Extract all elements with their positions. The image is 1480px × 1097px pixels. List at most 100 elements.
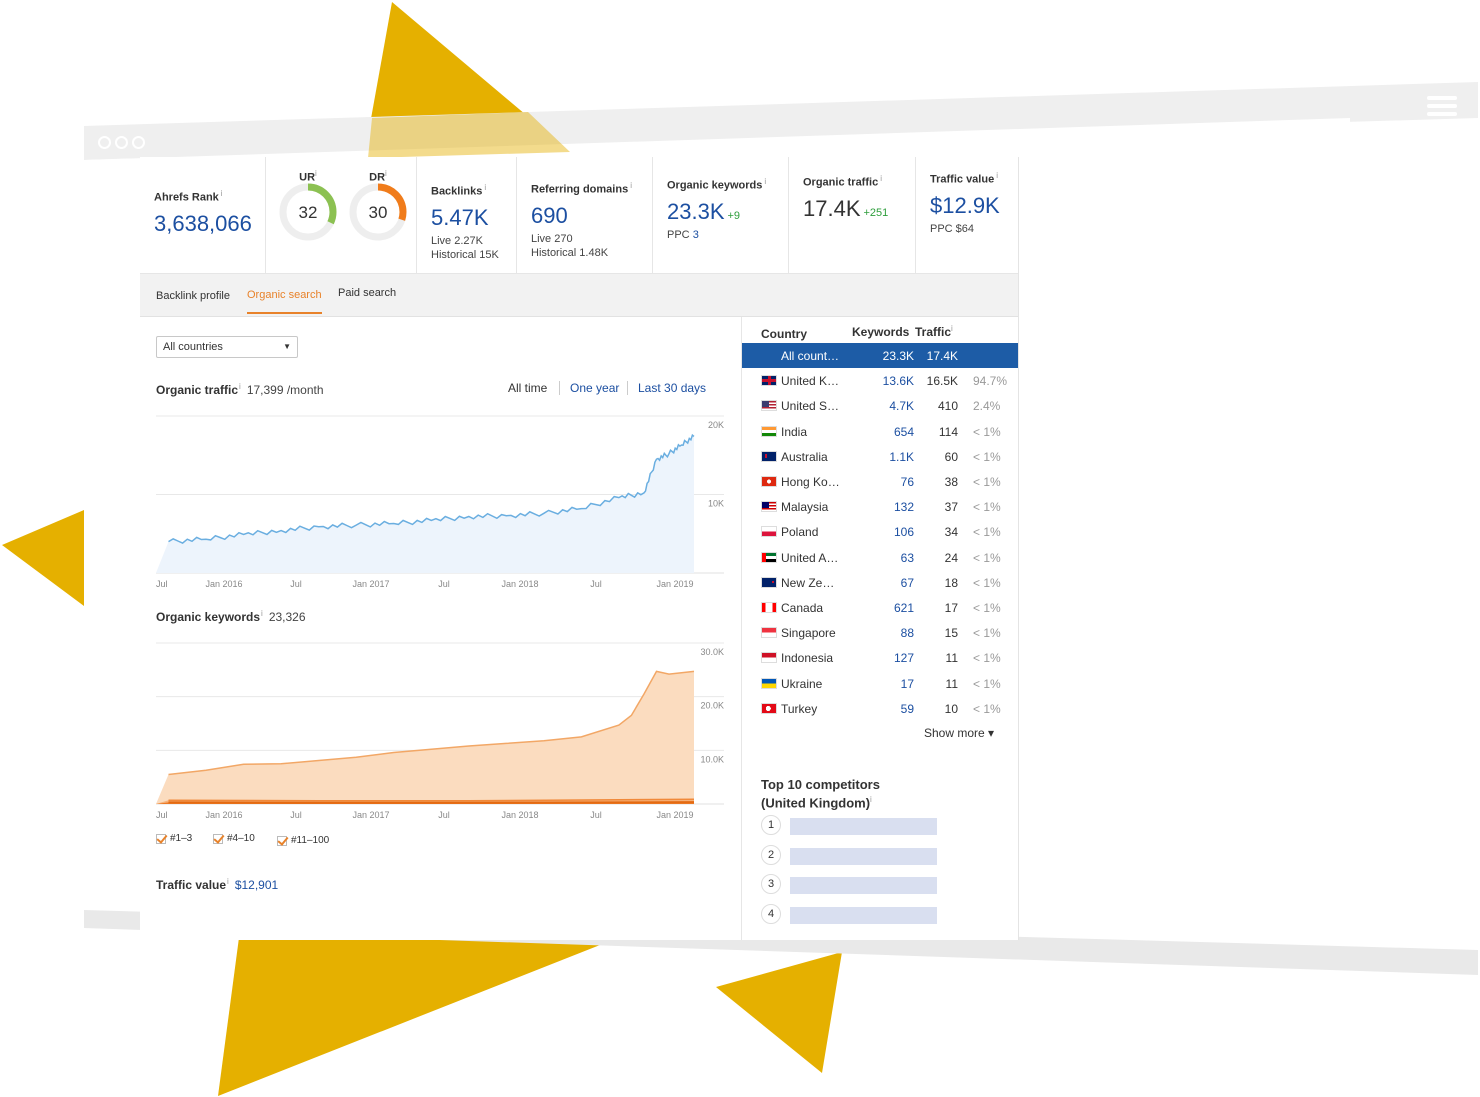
traffic-share: < 1% [973,676,1001,691]
range-all-time[interactable]: All time [508,381,547,395]
hamburger-menu-icon[interactable] [1427,96,1457,120]
competitor-placeholder-bar[interactable] [790,847,937,865]
info-icon[interactable]: i [764,177,766,186]
keywords-count[interactable]: 17 [901,677,914,691]
competitor-placeholder-bar[interactable] [790,877,937,894]
keywords-count[interactable]: 1.1K [889,450,914,464]
legend-top3[interactable]: #1–3 [156,833,192,844]
keywords-count[interactable]: 132 [894,500,914,514]
competitor-row[interactable]: 3 [761,874,937,894]
keywords-count[interactable]: 106 [894,525,914,539]
info-icon[interactable]: i [315,169,317,178]
table-row[interactable]: Poland 106 34 < 1% [742,519,1018,544]
info-icon[interactable]: i [870,795,872,804]
keywords-count[interactable]: 654 [894,425,914,439]
table-row[interactable]: Indonesia 127 11 < 1% [742,645,1018,670]
country-filter-select[interactable]: All countries ▼ [156,336,298,358]
info-icon[interactable]: i [484,183,486,192]
country-name: United A… [781,550,839,565]
keywords-count[interactable]: 59 [901,702,914,716]
tab-backlink-profile[interactable]: Backlink profile [156,290,230,302]
ppc-value[interactable]: 3 [693,229,699,241]
info-icon[interactable]: i [880,174,882,183]
keywords-count[interactable]: 76 [901,475,914,489]
table-row[interactable]: Malaysia 132 37 < 1% [742,494,1018,519]
dr-gauge[interactable]: DRi 30 [348,169,408,273]
metric-value[interactable]: 5.47K [431,205,502,231]
range-last-30-days[interactable]: Last 30 days [638,381,706,395]
keywords-count[interactable]: 13.6K [883,374,914,388]
gauge-value: 32 [299,203,318,222]
keywords-count[interactable]: 4.7K [889,399,914,413]
traffic-count: 410 [937,399,958,414]
col-header-keywords[interactable]: Keywords [852,325,909,339]
window-dot-icon[interactable] [115,136,128,149]
x-tick-label: Jan 2019 [656,579,693,589]
col-header-traffic[interactable]: Traffici [915,324,953,339]
info-icon[interactable]: i [221,189,223,198]
traffic-share: < 1% [973,550,1001,565]
tab-paid-search[interactable]: Paid search [338,287,396,299]
table-row[interactable]: United K… 13.6K 16.5K 94.7% [742,368,1018,393]
keywords-count[interactable]: 621 [894,601,914,615]
info-icon[interactable]: i [261,609,263,618]
metric-value[interactable]: 17.4K [803,196,861,221]
metric-value[interactable]: 23.3K [667,199,725,224]
info-icon[interactable]: i [227,877,229,886]
table-row[interactable]: Hong Ko… 76 38 < 1% [742,469,1018,494]
window-dot-icon[interactable] [132,136,145,149]
traffic-count: 37 [944,500,958,515]
country-name: Indonesia [781,651,834,666]
table-row[interactable]: All count… 23.3K 17.4K [742,343,1018,368]
table-row[interactable]: United S… 4.7K 410 2.4% [742,393,1018,418]
keywords-count[interactable]: 63 [901,551,914,565]
metric-value[interactable]: 3,638,066 [154,211,252,237]
checkbox-icon[interactable] [156,833,166,844]
table-row[interactable]: Ukraine 17 11 < 1% [742,671,1018,696]
keywords-count[interactable]: 88 [901,626,914,640]
metric-value[interactable]: 690 [531,203,638,229]
keywords-count[interactable]: 67 [901,576,914,590]
info-icon[interactable]: i [385,169,387,178]
table-row[interactable]: Australia 1.1K 60 < 1% [742,444,1018,469]
tab-organic-search[interactable]: Organic search [247,289,322,301]
checkbox-icon[interactable] [277,835,287,846]
table-row[interactable]: New Ze… 67 18 < 1% [742,570,1018,595]
traffic-share: < 1% [973,575,1001,590]
legend-top100[interactable]: #11–100 [277,835,329,846]
competitor-placeholder-bar[interactable] [790,818,937,835]
metric-value[interactable]: $12.9K [930,193,1005,219]
keywords-count[interactable]: 127 [894,651,914,665]
gauge-label: DR [369,171,386,184]
competitor-row[interactable]: 4 [761,903,937,924]
table-row[interactable]: Turkey 59 10 < 1% [742,696,1018,721]
info-icon[interactable]: i [239,382,241,391]
competitor-placeholder-bar[interactable] [790,906,937,924]
competitor-row[interactable]: 2 [761,844,937,865]
ur-gauge[interactable]: URi 32 [278,169,338,273]
table-row[interactable]: India 654 114 < 1% [742,419,1018,444]
range-one-year[interactable]: One year [570,381,619,395]
organic-traffic-value: 17,399 /month [246,383,324,397]
col-header-country[interactable]: Country [761,327,807,341]
x-tick-label: Jul [156,579,168,589]
metric-organic-traffic: Organic traffic i 17.4K +251 [789,157,916,273]
info-icon[interactable]: i [630,181,632,190]
table-row[interactable]: Singapore 88 15 < 1% [742,620,1018,645]
window-dot-icon[interactable] [98,136,111,149]
ahrefs-dashboard: Ahrefs Rank i 3,638,066 URi 32 DRi 30 Ba… [140,157,1019,940]
info-icon[interactable]: i [996,171,998,180]
legend-top10[interactable]: #4–10 [213,833,255,844]
table-row[interactable]: United A… 63 24 < 1% [742,545,1018,570]
info-icon[interactable]: i [951,324,953,333]
traffic-share: < 1% [973,651,1001,666]
x-tick-label: Jan 2019 [656,810,693,820]
show-more-button[interactable]: Show more ▾ [924,726,994,740]
traffic-value-heading: Traffic valuei $12,901 [156,877,278,892]
competitor-row[interactable]: 1 [761,815,937,835]
table-row[interactable]: Canada 621 17 < 1% [742,595,1018,620]
gauge-value: 30 [369,203,388,222]
competitor-rank: 3 [761,874,781,894]
checkbox-icon[interactable] [213,833,223,844]
keywords-count[interactable]: 23.3K [883,349,914,363]
